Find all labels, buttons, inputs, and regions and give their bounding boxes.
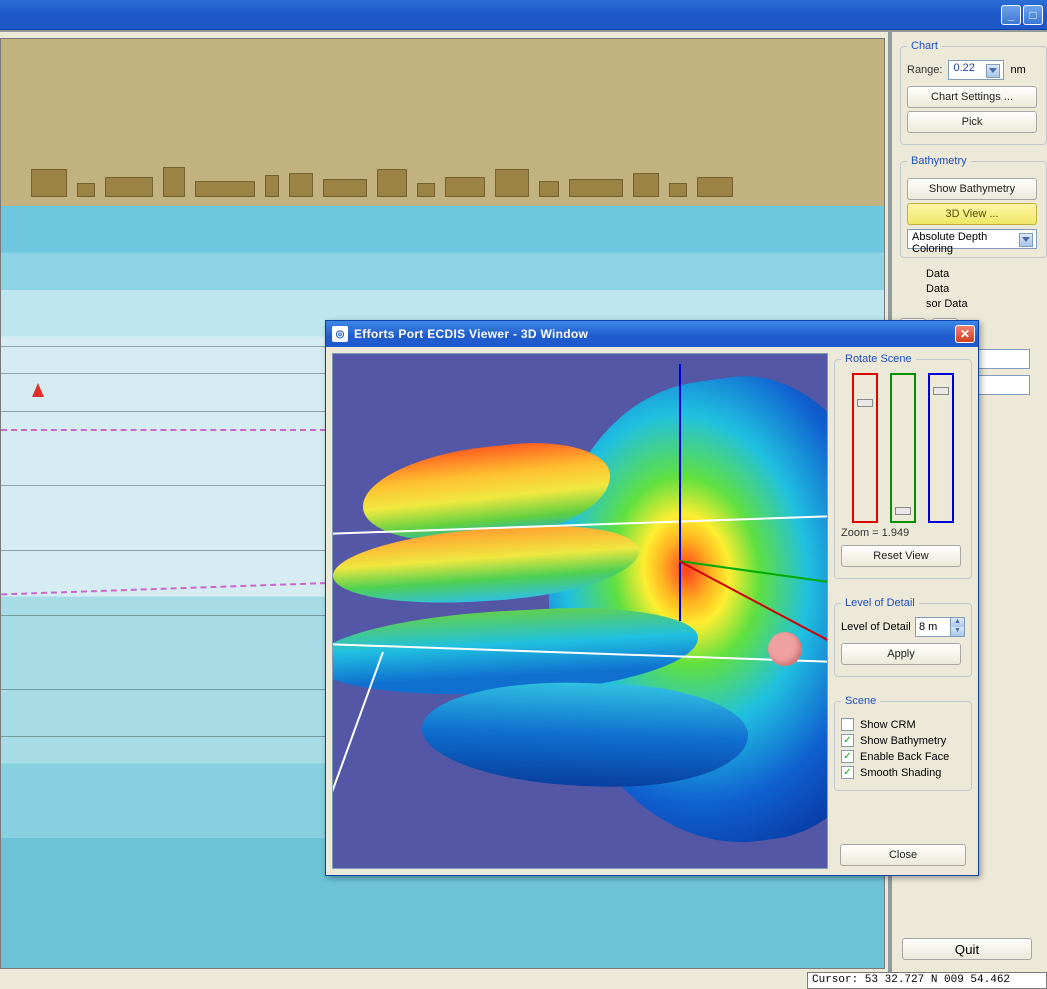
3d-window-dialog: ◎ Efforts Port ECDIS Viewer - 3D Window … — [325, 320, 979, 876]
chart-group-legend: Chart — [907, 40, 942, 52]
chart-settings-button[interactable]: Chart Settings ... — [907, 86, 1037, 108]
spinner-down-icon[interactable]: ▼ — [950, 627, 964, 636]
coloring-combo[interactable]: Absolute Depth Coloring — [907, 229, 1037, 249]
dialog-titlebar[interactable]: ◎ Efforts Port ECDIS Viewer - 3D Window … — [326, 321, 978, 347]
cursor-position: Cursor: 53 32.727 N 009 54.462 — [812, 974, 1010, 986]
rotate-legend: Rotate Scene — [841, 353, 916, 365]
quit-button[interactable]: Quit — [902, 938, 1032, 960]
range-value: 0.22 — [953, 62, 974, 74]
show-bathy-label: Show Bathymetry — [860, 735, 946, 747]
chevron-down-icon — [989, 68, 997, 73]
pick-button[interactable]: Pick — [907, 111, 1037, 133]
3d-side-panel: Rotate Scene Zoom = 1.949 Reset View Lev… — [834, 353, 972, 869]
range-unit: nm — [1010, 64, 1025, 76]
coloring-value: Absolute Depth Coloring — [912, 231, 987, 255]
bathy-group-legend: Bathymetry — [907, 155, 971, 167]
chart-group: Chart Range: 0.22 nm Chart Settings ... … — [900, 40, 1047, 145]
back-face-checkbox[interactable]: ✓ — [841, 750, 854, 763]
lod-spinner[interactable]: ▲ ▼ — [915, 617, 965, 637]
reset-view-button[interactable]: Reset View — [841, 545, 961, 567]
3d-render-viewport[interactable] — [332, 353, 828, 869]
smooth-shading-checkbox[interactable]: ✓ — [841, 766, 854, 779]
dialog-close-button[interactable]: ✕ — [955, 325, 975, 343]
back-face-label: Enable Back Face — [860, 751, 949, 763]
3d-view-button[interactable]: 3D View ... — [907, 203, 1037, 225]
chevron-down-icon — [1022, 237, 1030, 242]
bathymetry-group: Bathymetry Show Bathymetry 3D View ... A… — [900, 155, 1047, 258]
app-titlebar: _ □ — [0, 0, 1047, 30]
range-label: Range: — [907, 64, 942, 76]
lod-label: Level of Detail — [841, 621, 911, 633]
range-combo[interactable]: 0.22 — [948, 60, 1004, 80]
rotate-x-slider[interactable] — [852, 373, 878, 523]
minimize-button[interactable]: _ — [1001, 5, 1021, 25]
lod-group: Level of Detail Level of Detail ▲ ▼ Appl… — [834, 597, 972, 677]
beacon-icon — [32, 383, 44, 397]
app-icon: ◎ — [332, 326, 348, 342]
scene-group: Scene Show CRM ✓ Show Bathymetry ✓ Enabl… — [834, 695, 972, 791]
close-button[interactable]: Close — [840, 844, 966, 866]
dialog-title: Efforts Port ECDIS Viewer - 3D Window — [354, 327, 949, 341]
scene-legend: Scene — [841, 695, 880, 707]
sidebar-text-data2: Data — [926, 283, 1047, 295]
status-bar: Cursor: 53 32.727 N 009 54.462 — [807, 972, 1047, 989]
rotate-z-slider[interactable] — [928, 373, 954, 523]
show-bathy-checkbox[interactable]: ✓ — [841, 734, 854, 747]
lod-legend: Level of Detail — [841, 597, 919, 609]
rotate-scene-group: Rotate Scene Zoom = 1.949 Reset View — [834, 353, 972, 579]
rotate-y-slider[interactable] — [890, 373, 916, 523]
show-crm-checkbox[interactable] — [841, 718, 854, 731]
zoom-label: Zoom = 1.949 — [841, 527, 965, 539]
show-bathymetry-button[interactable]: Show Bathymetry — [907, 178, 1037, 200]
lod-value[interactable] — [916, 619, 950, 635]
show-crm-label: Show CRM — [860, 719, 916, 731]
land-buildings — [1, 76, 884, 197]
position-marker-icon — [768, 632, 802, 666]
smooth-shading-label: Smooth Shading — [860, 767, 941, 779]
apply-button[interactable]: Apply — [841, 643, 961, 665]
sidebar-text-data1: Data — [926, 268, 1047, 280]
maximize-button[interactable]: □ — [1023, 5, 1043, 25]
sidebar-text-sor: sor Data — [926, 298, 1047, 310]
spinner-up-icon[interactable]: ▲ — [950, 618, 964, 627]
